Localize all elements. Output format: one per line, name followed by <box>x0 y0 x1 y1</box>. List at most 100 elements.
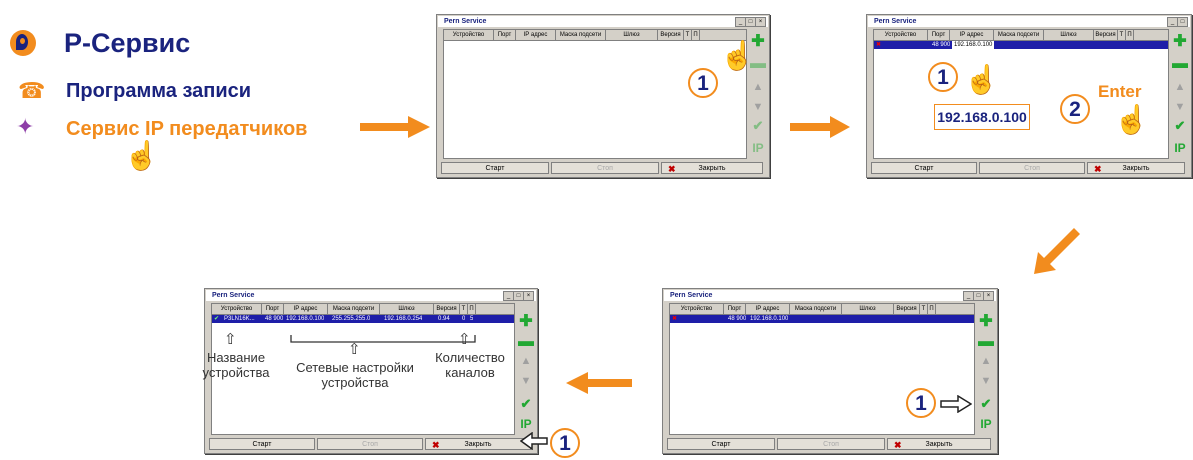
table-row[interactable]: ✖ 48 900 192.168.0.100 <box>874 41 1168 49</box>
start-button[interactable]: Старт <box>667 438 775 450</box>
cell-gateway: 192.168.0.254 <box>384 316 423 322</box>
col-device: Устройство <box>444 30 494 40</box>
start-button[interactable]: Старт <box>871 162 977 174</box>
plus-icon[interactable]: ✚ <box>1173 33 1186 50</box>
menu-item-ip-service[interactable]: Сервис IP передатчиков <box>66 118 307 141</box>
ip-icon[interactable]: IP <box>752 141 763 155</box>
ip-icon[interactable]: IP <box>520 417 531 431</box>
start-button[interactable]: Старт <box>209 438 315 450</box>
minus-icon[interactable]: ▬ <box>518 333 534 350</box>
step-number: 2 <box>1060 94 1090 124</box>
window-title: Pern Service <box>670 292 713 299</box>
close-x-icon: ✖ <box>668 164 676 174</box>
app-window-step2: Pern Service _ □ Устройство Порт IP адре… <box>866 14 1192 178</box>
col-mask: Маска подсети <box>328 304 380 314</box>
col-version: Версия <box>434 304 460 314</box>
arrow-up-icon[interactable]: ▲ <box>1175 81 1186 93</box>
enter-key-label: Enter <box>1098 82 1142 101</box>
col-device: Устройство <box>874 30 928 40</box>
cell-ip-edit[interactable]: 192.168.0.100 <box>952 41 995 49</box>
arrow-right-icon <box>790 116 850 138</box>
arrow-up-outline-icon: ⇧ <box>458 331 471 348</box>
ip-icon[interactable]: IP <box>980 417 991 431</box>
col-device: Устройство <box>212 304 262 314</box>
col-mask: Маска подсети <box>790 304 842 314</box>
arrow-right-icon <box>360 116 430 138</box>
step-number: 1 <box>928 62 958 92</box>
stop-button[interactable]: Стоп <box>979 162 1085 174</box>
arrow-down-icon[interactable]: ▼ <box>981 375 992 387</box>
table-row[interactable]: ✔ P3LN16K... 48 900 192.168.0.100 255.25… <box>212 315 514 323</box>
col-mask: Маска подсети <box>556 30 606 40</box>
close-button[interactable]: ✖ Закрыть <box>661 162 763 174</box>
cell-device: P3LN16K... <box>224 316 255 322</box>
check-icon[interactable]: ✔ <box>521 396 532 411</box>
col-p: П <box>468 304 476 314</box>
close-button[interactable]: ✖ Закрыть <box>887 438 991 450</box>
col-version: Версия <box>894 304 920 314</box>
plus-icon[interactable]: ✚ <box>519 313 532 330</box>
window-title: Pern Service <box>444 18 487 25</box>
col-gateway: Шлюз <box>606 30 658 40</box>
stop-button[interactable]: Стоп <box>317 438 423 450</box>
cell-port: 48 900 <box>932 42 951 48</box>
col-port: Порт <box>724 304 746 314</box>
close-button[interactable]: ✖ Закрыть <box>1087 162 1185 174</box>
col-gateway: Шлюз <box>842 304 894 314</box>
arrow-down-icon[interactable]: ▼ <box>521 375 532 387</box>
arrow-up-icon[interactable]: ▲ <box>981 355 992 367</box>
col-port: Порт <box>262 304 284 314</box>
col-port: Порт <box>494 30 516 40</box>
arrow-up-outline-icon: ⇧ <box>224 331 237 348</box>
ip-entry-callout: 192.168.0.100 <box>934 104 1030 130</box>
menu-item-recorder[interactable]: Программа записи <box>66 80 251 103</box>
cell-port: 48 900 <box>265 316 284 322</box>
arrow-up-icon[interactable]: ▲ <box>753 81 764 93</box>
close-window-button[interactable]: × <box>523 291 534 301</box>
arrow-down-left-icon <box>1034 228 1080 274</box>
step-number: 1 <box>906 388 936 418</box>
close-window-button[interactable]: × <box>983 291 994 301</box>
col-p: П <box>692 30 700 40</box>
cell-version: 0.94 <box>438 316 450 322</box>
close-x-icon: ✖ <box>432 440 440 450</box>
status-x-icon: ✖ <box>672 316 678 322</box>
maximize-button[interactable]: □ <box>1177 17 1188 27</box>
close-x-icon: ✖ <box>1094 164 1102 174</box>
col-ip: IP адрес <box>950 30 994 40</box>
col-ip: IP адрес <box>746 304 790 314</box>
col-gateway: Шлюз <box>1044 30 1094 40</box>
cell-mask: 255.255.255.0 <box>332 316 371 322</box>
brand-title: Р-Сервис <box>64 28 191 58</box>
minus-icon[interactable]: ▬ <box>978 333 994 350</box>
close-window-button[interactable]: × <box>755 17 766 27</box>
cell-ip: 192.168.0.100 <box>286 316 325 322</box>
step-number: 1 <box>550 428 580 458</box>
butterfly-icon: ✦ <box>16 114 35 139</box>
check-icon[interactable]: ✔ <box>1175 118 1186 133</box>
check-icon[interactable]: ✔ <box>753 118 764 133</box>
arrow-down-icon[interactable]: ▼ <box>1175 101 1186 113</box>
arrow-up-outline-icon: ⇧ <box>348 341 361 358</box>
stop-button[interactable]: Стоп <box>777 438 885 450</box>
close-button[interactable]: ✖ Закрыть <box>425 438 531 450</box>
arrow-down-icon[interactable]: ▼ <box>753 101 764 113</box>
arrow-up-icon[interactable]: ▲ <box>521 355 532 367</box>
col-mask: Маска подсети <box>994 30 1044 40</box>
col-ip: IP адрес <box>516 30 556 40</box>
ip-icon[interactable]: IP <box>1174 141 1185 155</box>
plus-icon[interactable]: ✚ <box>979 313 992 330</box>
cell-port: 48 900 <box>728 316 747 322</box>
check-icon[interactable]: ✔ <box>981 396 992 411</box>
minus-icon[interactable]: ▬ <box>1172 55 1188 72</box>
cell-ip: 192.168.0.100 <box>750 316 789 322</box>
annotation-network-settings: Сетевые настройки устройства <box>296 360 414 390</box>
pointer-hand-icon: ☝ <box>720 40 755 71</box>
col-t: Т <box>684 30 692 40</box>
table-row[interactable]: ✖ 48 900 192.168.0.100 <box>670 315 974 323</box>
cell-t: 0 <box>462 316 466 322</box>
stop-button[interactable]: Стоп <box>551 162 659 174</box>
col-t: Т <box>460 304 468 314</box>
col-p: П <box>928 304 936 314</box>
start-button[interactable]: Старт <box>441 162 549 174</box>
